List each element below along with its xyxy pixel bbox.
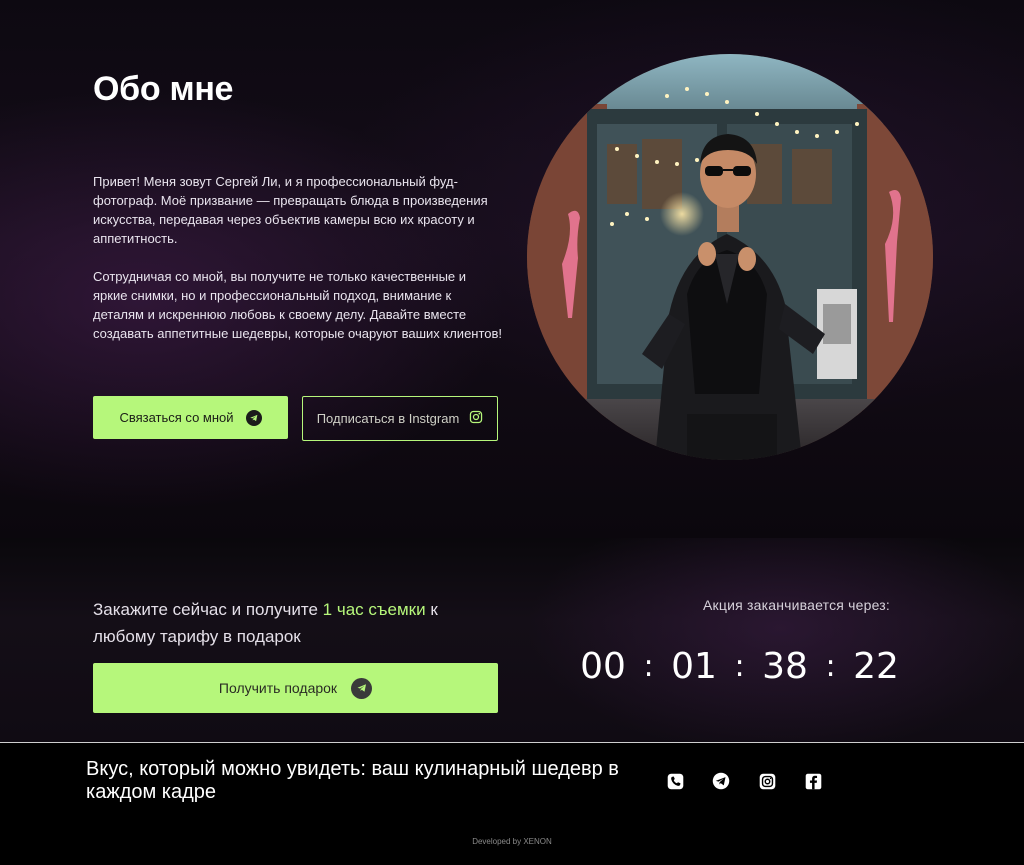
telegram-icon bbox=[351, 677, 373, 699]
countdown-timer: 00 : 01 : 38 : 22 bbox=[579, 646, 900, 687]
about-paragraph-2: Сотрудничая со мной, вы получите не толь… bbox=[93, 269, 503, 341]
photographer-photo bbox=[527, 54, 933, 460]
timer-seconds: 22 bbox=[853, 646, 899, 687]
contact-button-label: Связаться со мной bbox=[119, 410, 234, 425]
promo-text: Закажите сейчас и получите 1 час съемки … bbox=[93, 596, 473, 650]
social-links bbox=[666, 772, 822, 790]
contact-button[interactable]: Связаться со мной bbox=[93, 396, 288, 439]
about-title: Обо мне bbox=[93, 70, 234, 108]
instagram-button-label: Подписаться в Instgram bbox=[316, 411, 460, 426]
instagram-icon bbox=[469, 410, 483, 427]
timer-separator: : bbox=[734, 649, 745, 684]
gift-button-label: Получить подарок bbox=[218, 680, 338, 696]
promo-text-accent: 1 час съемки bbox=[322, 600, 426, 619]
timer-separator: : bbox=[643, 649, 654, 684]
instagram-icon[interactable] bbox=[758, 772, 776, 790]
about-paragraph-1: Привет! Меня зовут Сергей Ли, и я профес… bbox=[93, 174, 488, 246]
about-section: Обо мне Привет! Меня зовут Сергей Ли, и … bbox=[0, 0, 1024, 538]
timer-label: Акция заканчивается через: bbox=[703, 597, 891, 613]
phone-icon[interactable] bbox=[666, 772, 684, 790]
promo-text-start: Закажите сейчас и получите bbox=[93, 600, 323, 619]
promo-section: Закажите сейчас и получите 1 час съемки … bbox=[0, 538, 1024, 742]
get-gift-button[interactable]: Получить подарок bbox=[93, 663, 498, 713]
telegram-icon bbox=[245, 409, 262, 426]
developer-credit: Developed by XENON bbox=[472, 837, 552, 846]
telegram-icon[interactable] bbox=[712, 772, 730, 790]
timer-hours: 01 bbox=[671, 646, 717, 687]
footer-slogan: Вкус, который можно увидеть: ваш кулинар… bbox=[86, 758, 619, 803]
facebook-icon[interactable] bbox=[804, 772, 822, 790]
instagram-subscribe-button[interactable]: Подписаться в Instgram bbox=[302, 396, 498, 441]
footer: Вкус, который можно увидеть: ваш кулинар… bbox=[0, 743, 1024, 865]
timer-separator: : bbox=[825, 649, 836, 684]
timer-days: 00 bbox=[580, 646, 626, 687]
timer-minutes: 38 bbox=[762, 646, 808, 687]
